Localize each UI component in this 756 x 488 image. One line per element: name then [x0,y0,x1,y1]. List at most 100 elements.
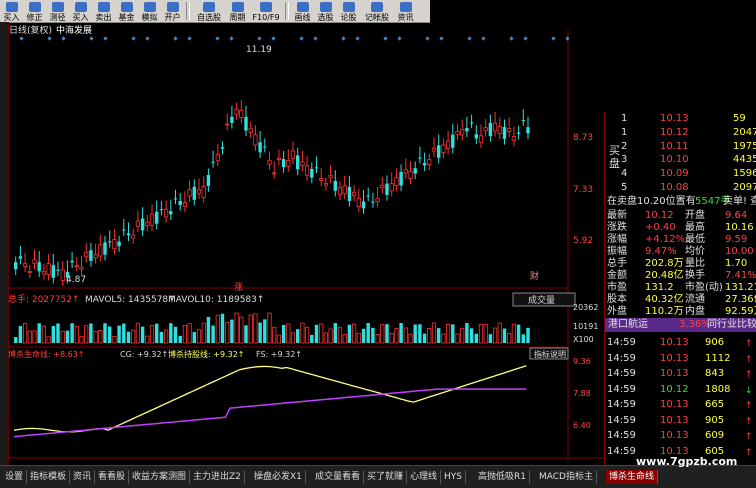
toolbar-button-3[interactable]: 买入 [69,0,92,22]
sector-row-text[interactable]: 港口航运 3.36% 同行业比较 [605,319,756,331]
volume-bar [149,325,155,344]
tick-volume: 609 [705,430,725,441]
fund-icon [120,2,133,12]
level: 1 [621,113,628,124]
tick-row[interactable]: 14:59 10.12 1808 [605,384,756,396]
stat-row[interactable]: 涨幅 +4.12% 最低 9.59 [605,234,756,246]
orderbook-row[interactable]: 1 10.13 59 [605,113,756,125]
indicator-tab[interactable]: 收益方案测图 [129,470,191,484]
orderbook-row[interactable]: 4 10.09 1596 [605,168,756,180]
stat-label: 最新 [607,210,627,221]
tick-volume: 1112 [705,352,731,364]
tick-row[interactable]: 14:59 10.13 906 [605,337,756,349]
indicator-tab[interactable]: 设置 [2,470,28,484]
volume-bar [290,332,296,344]
toolbar-button-14[interactable]: 记帐股 [360,0,394,22]
stat-row[interactable]: 市盈 131.2 市盈(动)131.21 [605,282,756,294]
orderbook-row[interactable]: 2 10.11 1975 [605,141,756,153]
toolbar-button-0[interactable]: 买入 [0,0,23,22]
indicator-tab[interactable]: 高抛低吸R1 [475,470,530,484]
toolbar-button-9[interactable]: 周期 [226,0,249,22]
tick-row[interactable]: 14:59 10.13 665 [605,399,756,411]
toolbar-button-13[interactable]: 论股 [337,0,360,22]
news-icon [399,2,412,12]
toolbar-button-label: F10/F9 [252,13,280,22]
level: 1 [621,126,628,138]
stat-value: 202.8万 [645,258,684,269]
toolbar-button-2[interactable]: 测径 [46,0,69,22]
candle [286,160,291,167]
stat-label: 市盈(动) [685,282,723,293]
tick-row[interactable]: 14:59 10.13 1112 [605,353,756,365]
stat-row[interactable]: 涨跌 +0.40 最高 10.16 [605,222,756,234]
stat-row[interactable]: 外盘 110.2万内盘 92.59万 [605,306,756,318]
volume-bar [389,333,394,344]
tick-volume: 906 [705,337,725,348]
indicator-tab[interactable]: 成交量看看 [312,470,365,484]
stat-value: 20.48亿 [645,270,684,281]
tick-row[interactable]: 14:59 10.13 843 [605,368,756,380]
stat-row[interactable]: 金额 20.48亿 换手 7.41% [605,270,756,282]
kline-chart[interactable]: 11.19 4.87 8.73 7.33 5.92 涨 财总手: 2027752↑ MAVOL… [8,30,604,460]
price: 10.08 [660,182,689,193]
signal-marker [523,36,528,41]
indicator-tab[interactable]: MACD指标主 [536,470,597,484]
candle [310,168,314,178]
volume-bar [169,323,173,343]
indicator-tab[interactable]: 资讯 [70,470,96,484]
orderbook-row[interactable]: 1 10.12 2047 [605,127,756,139]
indicator-tab[interactable]: 买了就赚 [364,470,408,484]
volume-bar [234,312,239,344]
stat-row[interactable]: 股本 40.32亿流通 27.36亿 [605,294,756,306]
candle [361,201,366,209]
stat-row[interactable]: 振幅 9.47% 均价 10.00 [605,246,756,258]
toolbar-button-8[interactable]: 自选股 [192,0,226,22]
volume-bar [173,326,178,343]
toolbar-button-5[interactable]: 基金 [115,0,138,22]
candle [60,269,65,281]
stat-label: 总手 [607,258,627,269]
candle [492,122,498,132]
tick-row[interactable]: 14:59 10.13 905 [605,415,756,427]
indicator-tab[interactable]: 博杀生命线 [606,470,659,484]
indicator-tab[interactable]: 主力进出Z2 [190,470,245,484]
signal-marker [565,36,570,41]
sell-icon [97,2,110,12]
signal-marker [341,36,346,41]
indicator-tab[interactable]: 心理线 [407,470,442,484]
indicator-tab[interactable]: HYS [441,470,466,484]
toolbar-button-6[interactable]: 模拟 [138,0,161,22]
candle [103,242,107,255]
indicator-tab[interactable]: 看看股 [95,470,130,484]
toolbar-button-1[interactable]: 修正 [23,0,46,22]
toolbar-button-15[interactable]: 资讯 [394,0,417,22]
candle [27,271,32,273]
signal-marker [355,36,360,41]
volume-bar [427,328,432,344]
toolbar-button-10[interactable]: F10/F9 [249,0,283,22]
low-price-label: 4.87 [66,275,86,285]
toolbar-button-12[interactable]: 选股 [314,0,337,22]
orderbook-row[interactable]: 5 10.08 2097 [605,182,756,194]
candle [14,262,18,270]
volume-bar [507,333,512,344]
tick-time: 14:59 [607,352,636,364]
toolbar-button-4[interactable]: 卖出 [92,0,115,22]
indicator-tab[interactable]: 指标模板 [27,470,71,484]
candle [135,220,140,227]
volume-bar [380,324,385,344]
tick-row[interactable]: 14:59 10.13 609 [605,430,756,442]
candle [173,198,178,200]
candle [18,256,23,259]
stat-row[interactable]: 最新 10.12 开盘 9.64 [605,210,756,222]
volume-bar [276,334,282,344]
toolbar-button-7[interactable]: 开户 [161,0,184,22]
orderbook-info[interactable]: 在卖盘10.20位置有5547手卖单! 查看详细 [605,196,756,208]
indicator-line-yellow [13,365,527,433]
volume-bar [46,336,51,344]
orderbook-row[interactable]: 3 10.10 4435 [605,154,756,166]
indicator-tab[interactable]: 操盘必发X1 [251,470,306,484]
toolbar-button-11[interactable]: 画线 [291,0,314,22]
candle [469,122,474,124]
stat-row[interactable]: 总手 202.8万 量比 1.70 [605,258,756,270]
